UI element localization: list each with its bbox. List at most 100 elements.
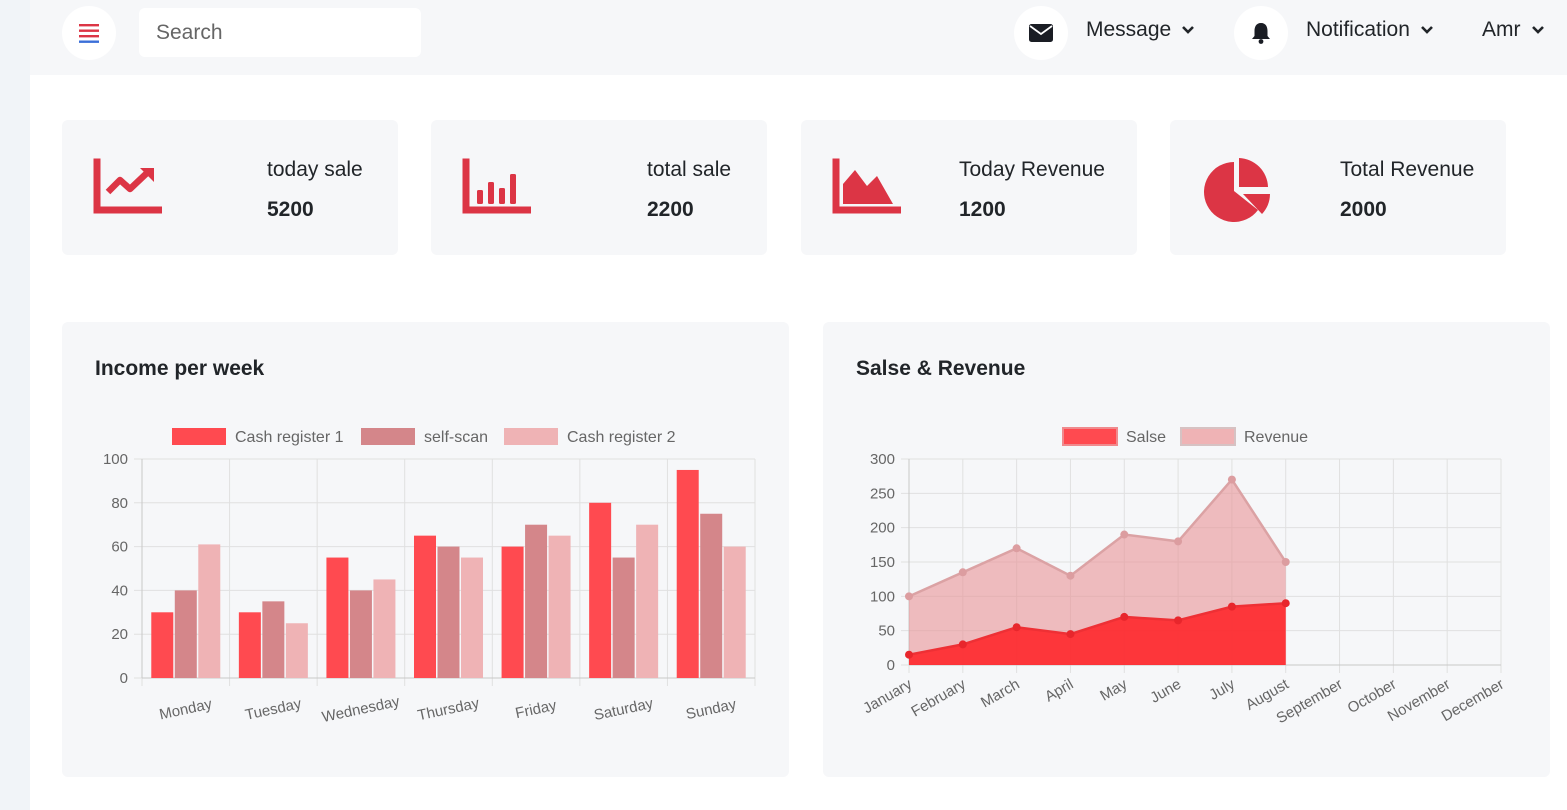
x-tick-label: Friday — [514, 697, 559, 722]
x-tick-label: July — [1206, 675, 1238, 703]
data-point — [958, 568, 967, 577]
bar — [437, 546, 460, 678]
bar — [414, 535, 436, 678]
chevron-down-icon — [1182, 26, 1195, 34]
data-point — [1281, 558, 1290, 566]
notification-dropdown[interactable]: Notification — [1306, 18, 1434, 42]
stat-card-total-revenue: Total Revenue 2000 — [1170, 120, 1506, 255]
legend-label: Cash register 1 — [235, 429, 344, 446]
bar — [612, 557, 635, 678]
notification-label: Notification — [1306, 18, 1410, 41]
data-point — [1120, 612, 1129, 621]
y-tick-label: 60 — [111, 539, 128, 556]
y-tick-label: 250 — [870, 485, 895, 502]
y-tick-label: 40 — [111, 582, 128, 599]
x-tick-label: Tuesday — [244, 695, 304, 724]
bar — [151, 612, 174, 678]
left-sidebar-strip — [0, 0, 30, 810]
x-tick-label: Thursday — [416, 695, 481, 725]
stat-label: Today Revenue — [959, 158, 1105, 181]
envelope-icon — [1029, 24, 1053, 42]
data-point — [1227, 475, 1236, 484]
user-name: Amr — [1482, 18, 1521, 41]
y-tick-label: 50 — [878, 623, 895, 640]
bar — [262, 601, 285, 678]
y-tick-label: 80 — [111, 495, 128, 512]
x-tick-label: May — [1097, 675, 1130, 704]
data-point — [905, 650, 913, 659]
data-point — [1174, 616, 1183, 625]
legend-swatch — [1062, 427, 1118, 446]
bar — [636, 524, 659, 678]
user-dropdown[interactable]: Amr — [1482, 18, 1545, 42]
bar — [174, 590, 197, 678]
y-tick-label: 100 — [870, 588, 895, 605]
x-tick-label: March — [978, 676, 1023, 712]
data-point — [958, 640, 967, 649]
x-tick-label: Sunday — [684, 696, 738, 723]
sales-revenue-panel: Salse & Revenue Salse Revenue 0 50 100 150 200… — [823, 322, 1550, 777]
notification-icon-button[interactable] — [1234, 6, 1288, 60]
y-tick-label: 20 — [111, 626, 128, 643]
bar — [373, 579, 396, 678]
bar — [525, 524, 548, 678]
bar — [349, 590, 372, 678]
data-point — [1174, 537, 1183, 546]
menu-toggle-button[interactable] — [62, 6, 116, 60]
legend-label: Revenue — [1244, 429, 1308, 446]
income-per-week-panel: Income per week Cash register 1 self-scan… — [62, 322, 789, 777]
pie-chart-icon — [1204, 158, 1270, 222]
bar — [700, 513, 723, 678]
stat-card-today-sale: today sale 5200 — [62, 120, 398, 255]
sales-revenue-area-chart: Salse Revenue 0 50 100 150 200 250 300 JanuaryFeb… — [860, 427, 1507, 727]
stat-value: 1200 — [959, 198, 1006, 221]
legend-label: Cash register 2 — [567, 429, 676, 446]
bar — [589, 502, 612, 678]
bar — [501, 546, 524, 678]
stat-label: total sale — [647, 158, 732, 181]
top-navbar: Message Notification Amr — [30, 0, 1567, 75]
y-tick-label: 0 — [120, 670, 128, 687]
chevron-down-icon — [1531, 26, 1544, 34]
x-tick-label: Saturday — [592, 695, 655, 724]
stat-value: 2200 — [647, 198, 694, 221]
y-tick-label: 300 — [870, 451, 895, 468]
hamburger-icon — [79, 24, 99, 43]
bar — [676, 469, 699, 678]
bell-icon — [1252, 23, 1270, 44]
bar — [198, 544, 221, 678]
data-point — [1120, 530, 1129, 539]
bar — [548, 535, 571, 678]
bar — [238, 612, 261, 678]
message-dropdown[interactable]: Message — [1086, 18, 1195, 42]
x-tick-label: April — [1042, 676, 1076, 706]
bar — [326, 557, 349, 678]
data-point — [905, 592, 913, 601]
chevron-down-icon — [1420, 26, 1433, 34]
message-label: Message — [1086, 18, 1172, 41]
data-point — [1066, 571, 1075, 580]
x-tick-label: February — [908, 675, 969, 720]
stat-value: 5200 — [267, 198, 314, 221]
line-chart-icon — [93, 158, 162, 214]
legend-swatch — [361, 428, 415, 445]
data-point — [1012, 623, 1021, 632]
income-bar-chart: Cash register 1 self-scan Cash register 2 0… — [103, 428, 756, 726]
message-icon-button[interactable] — [1014, 6, 1068, 60]
stat-label: Total Revenue — [1340, 158, 1475, 181]
area-chart-icon — [832, 158, 901, 214]
x-tick-label: Wednesday — [320, 693, 401, 726]
legend-label: Salse — [1126, 429, 1166, 446]
data-point — [1227, 602, 1236, 611]
search-input[interactable] — [139, 8, 421, 57]
stat-value: 2000 — [1340, 198, 1387, 221]
x-tick-label: January — [860, 675, 915, 717]
x-tick-label: June — [1147, 676, 1184, 707]
legend-swatch — [172, 428, 226, 445]
bar — [723, 546, 746, 678]
bar — [461, 557, 483, 678]
stat-card-total-sale: total sale 2200 — [431, 120, 767, 255]
bar-chart-icon — [462, 158, 531, 214]
y-tick-label: 150 — [870, 554, 895, 571]
stat-card-today-revenue: Today Revenue 1200 — [801, 120, 1137, 255]
